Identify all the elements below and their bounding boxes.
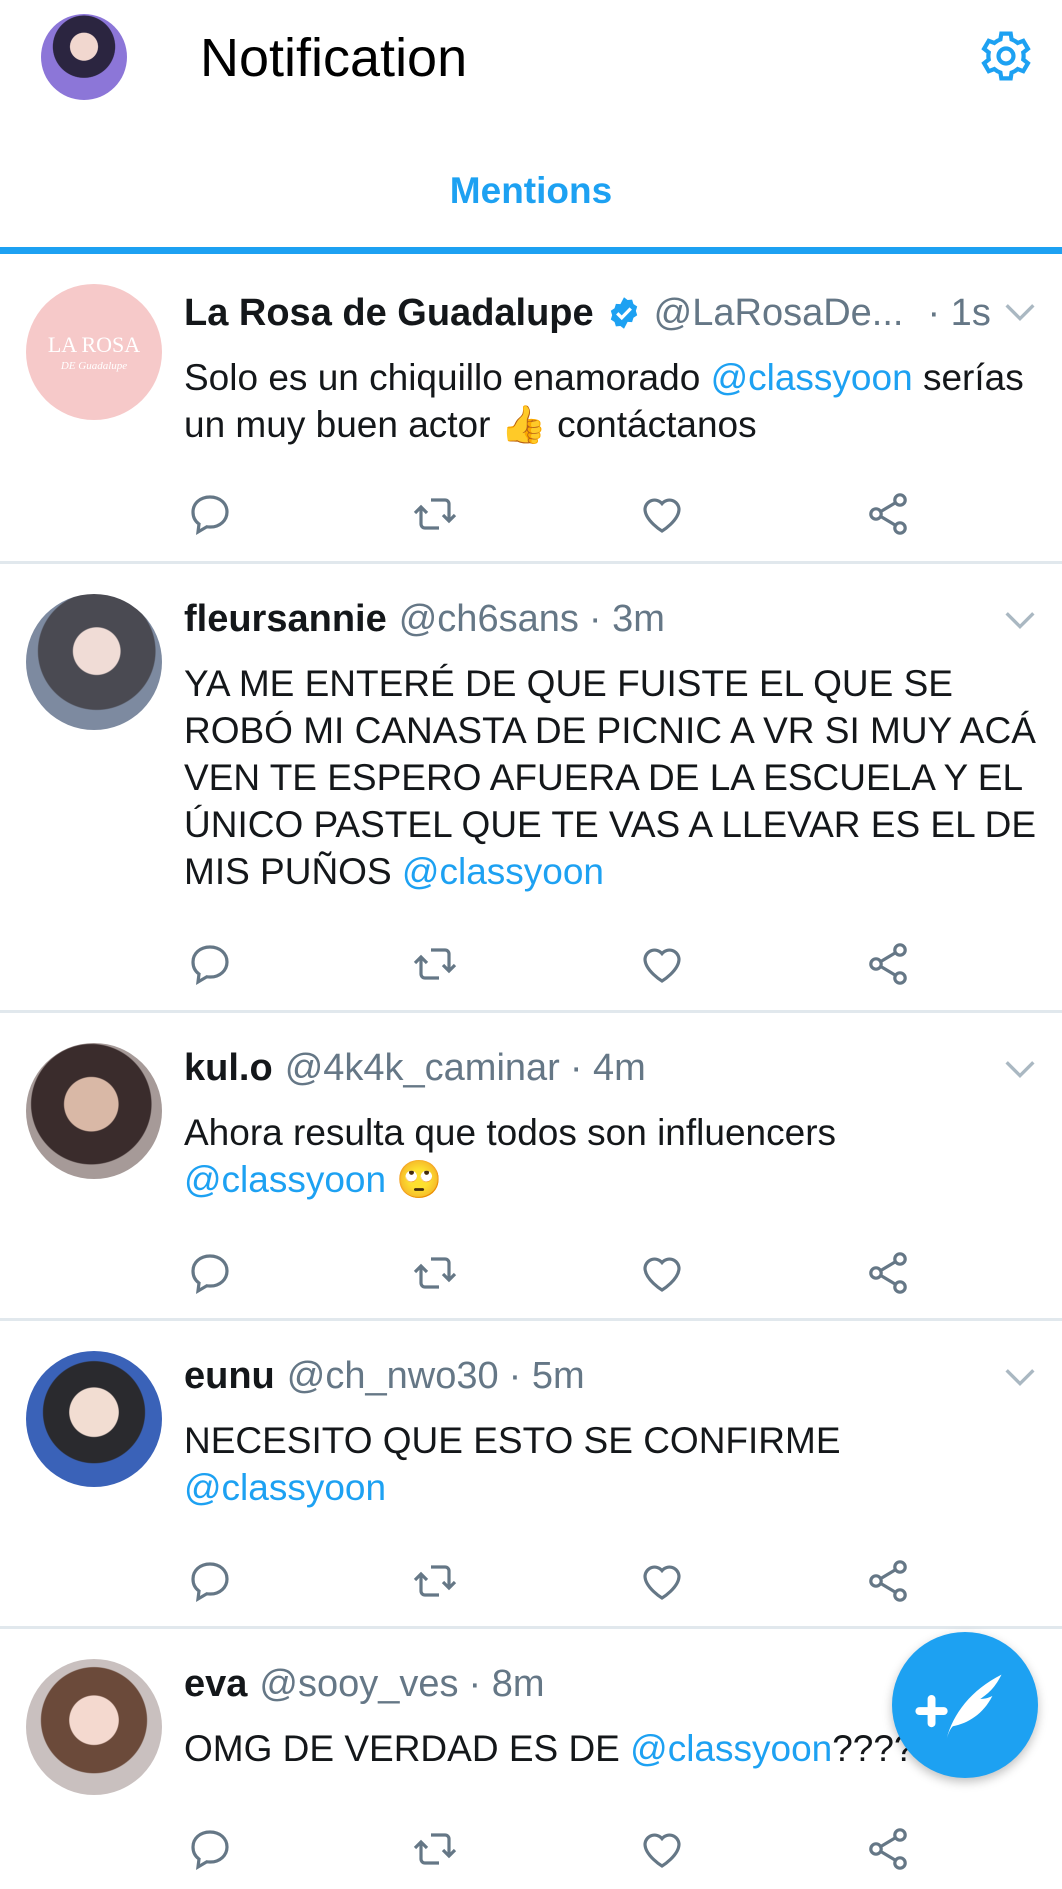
comment-icon[interactable]	[186, 1249, 234, 1297]
tweet-text: NECESITO QUE ESTO SE CONFIRME @classyoon	[184, 1417, 864, 1511]
tweet-card[interactable]: fleursannie @ch6sans · 3m YA ME ENTERÉ D…	[0, 564, 1062, 1013]
author-handle[interactable]: @ch6sans	[399, 598, 579, 641]
heart-icon[interactable]	[638, 1249, 686, 1297]
author-name[interactable]: kul.o	[184, 1047, 273, 1090]
mention-link[interactable]: @classyoon	[184, 1467, 386, 1508]
tweet-text: Solo es un chiquillo enamorado @classyoo…	[184, 354, 1048, 448]
tweet-header: kul.o @4k4k_caminar · 4m	[184, 1043, 1032, 1093]
avatar-logo-subtext: DE Guadalupe	[60, 360, 128, 372]
verified-badge-icon	[610, 297, 637, 329]
avatar[interactable]	[26, 1351, 162, 1487]
tweet-card[interactable]: kul.o @4k4k_caminar · 4m Ahora resulta q…	[0, 1013, 1062, 1321]
author-handle[interactable]: @sooy_ves	[259, 1663, 458, 1706]
author-handle[interactable]: @LaRosaDe...	[654, 292, 904, 335]
comment-icon[interactable]	[186, 1825, 234, 1873]
avatar[interactable]	[26, 594, 162, 730]
retweet-icon[interactable]	[411, 1825, 459, 1873]
tweet-actions	[184, 1557, 934, 1607]
avatar-logo-text: LA ROSA	[47, 332, 141, 357]
chevron-down-icon[interactable]	[1000, 1049, 1040, 1089]
chevron-down-icon[interactable]	[1000, 1357, 1040, 1397]
avatar[interactable]	[26, 1043, 162, 1179]
avatar[interactable]: LA ROSA DE Guadalupe	[26, 284, 162, 420]
tweet-actions	[184, 1825, 934, 1875]
tweet-time: · 1s	[927, 291, 991, 334]
tweet-actions	[184, 940, 934, 990]
share-icon[interactable]	[864, 1557, 912, 1605]
comment-icon[interactable]	[186, 1557, 234, 1605]
tweet-time: · 5m	[508, 1354, 585, 1397]
tweet-header: fleursannie @ch6sans · 3m	[184, 594, 1032, 644]
tweet-time: · 8m	[468, 1662, 545, 1705]
tweet-text: YA ME ENTERÉ DE QUE FUISTE EL QUE SE ROB…	[184, 660, 1048, 895]
tweet-text-part: Ahora resulta que todos son influencers	[184, 1112, 837, 1153]
tweet-card[interactable]: LA ROSA DE Guadalupe La Rosa de Guadalup…	[0, 254, 1062, 564]
heart-icon[interactable]	[638, 940, 686, 988]
comment-icon[interactable]	[186, 940, 234, 988]
tweet-text-part: YA ME ENTERÉ DE QUE FUISTE EL QUE SE ROB…	[184, 663, 1036, 892]
page-title: Notification	[200, 28, 468, 88]
comment-icon[interactable]	[186, 490, 234, 538]
tweet-text-part: 🙄	[386, 1159, 443, 1200]
tweet-header: eunu @ch_nwo30 · 5m	[184, 1351, 1032, 1401]
gear-icon[interactable]	[978, 28, 1034, 84]
heart-icon[interactable]	[638, 1825, 686, 1873]
tweet-text-part: Solo es un chiquillo enamorado	[184, 357, 711, 398]
tweet-header: La Rosa de Guadalupe @LaRosaDe... · 1s	[184, 288, 1032, 338]
mention-link[interactable]: @classyoon	[184, 1159, 386, 1200]
profile-avatar[interactable]	[41, 14, 127, 100]
tweet-text: Ahora resulta que todos son influencers …	[184, 1109, 1048, 1203]
author-handle[interactable]: @ch_nwo30	[287, 1355, 499, 1398]
mention-link[interactable]: @classyoon	[711, 357, 913, 398]
avatar[interactable]	[26, 1659, 162, 1795]
retweet-icon[interactable]	[411, 1249, 459, 1297]
author-name[interactable]: La Rosa de Guadalupe	[184, 292, 594, 335]
author-name[interactable]: fleursannie	[184, 598, 387, 641]
share-icon[interactable]	[864, 1825, 912, 1873]
tweet-text: OMG DE VERDAD ES DE @classyoon????	[184, 1725, 962, 1772]
tab-mentions[interactable]: Mentions	[0, 170, 1062, 212]
tweet-text-part: NECESITO QUE ESTO SE CONFIRME	[184, 1420, 841, 1461]
author-name[interactable]: eva	[184, 1663, 247, 1706]
heart-icon[interactable]	[638, 490, 686, 538]
tweet-time: · 3m	[588, 597, 665, 640]
chevron-down-icon[interactable]	[1000, 292, 1040, 332]
chevron-down-icon[interactable]	[1000, 600, 1040, 640]
retweet-icon[interactable]	[411, 940, 459, 988]
compose-tweet-button[interactable]	[892, 1632, 1038, 1778]
compose-tweet-icon	[915, 1674, 1002, 1739]
mention-link[interactable]: @classyoon	[402, 851, 604, 892]
mention-link[interactable]: @classyoon	[630, 1728, 832, 1769]
tweet-actions	[184, 490, 934, 540]
retweet-icon[interactable]	[411, 1557, 459, 1605]
tweet-card[interactable]: eunu @ch_nwo30 · 5m NECESITO QUE ESTO SE…	[0, 1321, 1062, 1629]
tweet-text-part: OMG DE VERDAD ES DE	[184, 1728, 631, 1769]
tweet-actions	[184, 1249, 934, 1299]
app-header: Notification Mentions	[0, 0, 1062, 254]
share-icon[interactable]	[864, 940, 912, 988]
share-icon[interactable]	[864, 1249, 912, 1297]
tweet-time: · 4m	[569, 1046, 646, 1089]
retweet-icon[interactable]	[411, 490, 459, 538]
heart-icon[interactable]	[638, 1557, 686, 1605]
author-name[interactable]: eunu	[184, 1355, 275, 1398]
share-icon[interactable]	[864, 490, 912, 538]
author-handle[interactable]: @4k4k_caminar	[285, 1047, 560, 1090]
tab-indicator	[0, 247, 1062, 254]
